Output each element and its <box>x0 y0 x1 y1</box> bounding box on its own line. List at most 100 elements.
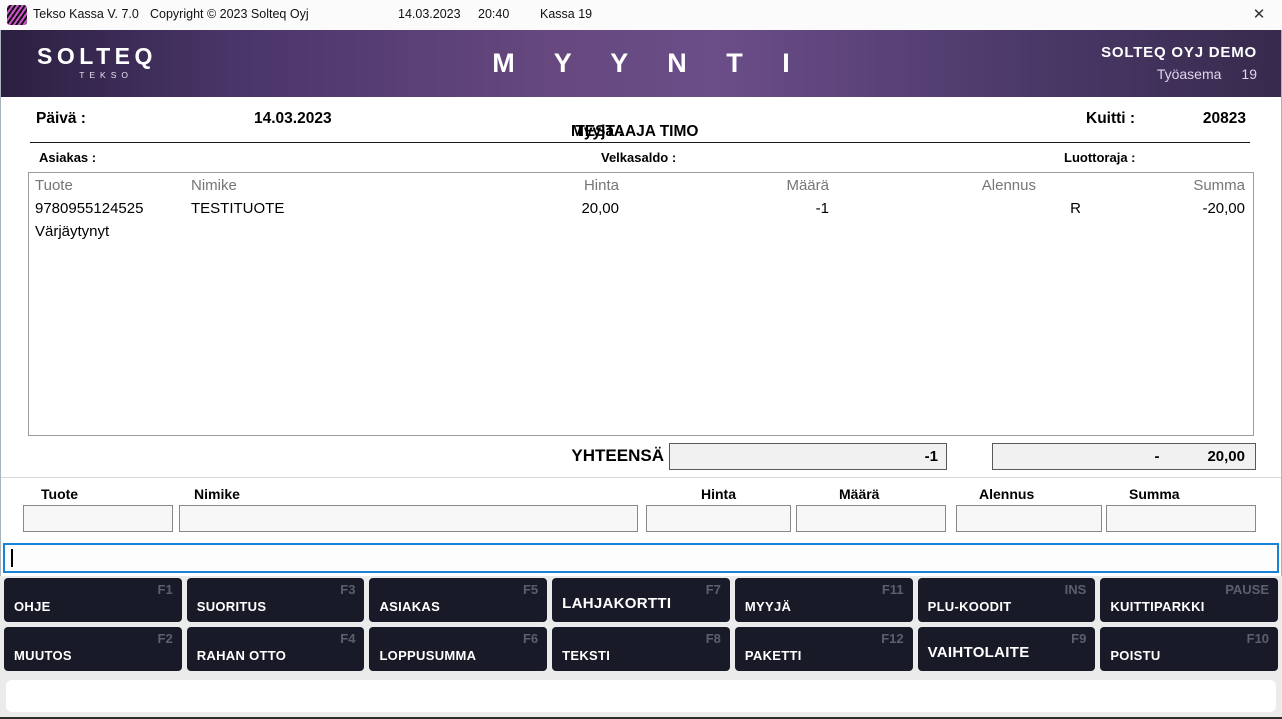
totals-section: YHTEENSÄ -1 - 20,00 <box>1 438 1281 478</box>
function-key-area: OHJE F1 SUORITUS F3 ASIAKAS F5 LAHJAKORT… <box>0 576 1282 719</box>
receipt-label: Kuitti : <box>1086 110 1135 128</box>
button-fkey: F10 <box>1247 631 1269 646</box>
receipt-info-row: Päivä : 14.03.2023 Myyjä : TESTAAJA TIMO… <box>1 97 1281 142</box>
col-header-tuote: Tuote <box>35 177 73 194</box>
product-code-input[interactable] <box>23 505 173 532</box>
cell-quantity: -1 <box>816 200 829 217</box>
paketti-button[interactable]: PAKETTI F12 <box>735 627 913 671</box>
col-header-nimike: Nimike <box>191 177 237 194</box>
cell-discount: R <box>1070 200 1081 217</box>
cell-product-name: TESTITUOTE <box>191 200 284 217</box>
text-caret <box>11 549 13 567</box>
titlebar-time: 20:40 <box>478 7 509 21</box>
status-bar <box>6 680 1276 712</box>
entry-label-alennus: Alennus <box>979 486 1034 502</box>
total-amount-box: - 20,00 <box>992 443 1256 470</box>
cell-product-code: 9780955124525 <box>35 200 143 217</box>
page-title: M Y Y N T I <box>1 48 1281 79</box>
loppusumma-button[interactable]: LOPPUSUMMA F6 <box>369 627 547 671</box>
titlebar-register: Kassa 19 <box>540 7 592 21</box>
window-title: Tekso Kassa V. 7.0 <box>33 7 139 21</box>
button-fkey: F7 <box>706 582 721 597</box>
date-value: 14.03.2023 <box>254 110 332 128</box>
product-name-input[interactable] <box>179 505 638 532</box>
price-input[interactable] <box>646 505 791 532</box>
button-label: POISTU <box>1110 648 1160 663</box>
button-fkey: F4 <box>340 631 355 646</box>
poistu-button[interactable]: POISTU F10 <box>1100 627 1278 671</box>
button-label: OHJE <box>14 599 51 614</box>
cell-product-detail: Värjäytynyt <box>35 223 109 240</box>
button-fkey: F6 <box>523 631 538 646</box>
credit-limit-label: Luottoraja : <box>1064 150 1136 165</box>
line-entry-section: Tuote Nimike Hinta Määrä Alennus Summa <box>1 479 1281 539</box>
button-row-2: MUUTOS F2 RAHAN OTTO F4 LOPPUSUMMA F6 TE… <box>4 627 1278 671</box>
close-icon[interactable]: ✕ <box>1246 4 1272 26</box>
button-fkey: F3 <box>340 582 355 597</box>
col-header-summa: Summa <box>1193 177 1245 194</box>
debt-balance-label: Velkasaldo : <box>601 150 676 165</box>
cell-price: 20,00 <box>581 200 619 217</box>
asiakas-button[interactable]: ASIAKAS F5 <box>369 578 547 622</box>
col-header-alennus: Alennus <box>982 177 1036 194</box>
button-label: PAKETTI <box>745 648 802 663</box>
button-fkey: F9 <box>1071 631 1086 646</box>
app-window: Tekso Kassa V. 7.0 Copyright © 2023 Solt… <box>0 0 1282 719</box>
company-name: SOLTEQ OYJ DEMO <box>1101 44 1257 61</box>
ohje-button[interactable]: OHJE F1 <box>4 578 182 622</box>
col-header-maara: Määrä <box>786 177 829 194</box>
total-amount-value: 20,00 <box>1207 444 1245 469</box>
entry-label-maara: Määrä <box>839 486 879 502</box>
entry-label-nimike: Nimike <box>194 486 240 502</box>
header-right: SOLTEQ OYJ DEMO Työasema 19 <box>1101 44 1257 82</box>
customer-label: Asiakas : <box>39 150 96 165</box>
command-input[interactable] <box>3 543 1279 573</box>
button-label: PLU-KOODIT <box>928 599 1012 614</box>
receipt-lines-table: Tuote Nimike Hinta Määrä Alennus Summa 9… <box>28 172 1254 436</box>
copyright-text: Copyright © 2023 Solteq Oyj <box>150 7 309 21</box>
quantity-input[interactable] <box>796 505 946 532</box>
button-fkey: F11 <box>882 582 904 597</box>
button-fkey: F1 <box>158 582 173 597</box>
entry-label-tuote: Tuote <box>41 486 78 502</box>
col-header-hinta: Hinta <box>584 177 619 194</box>
total-amount-sign: - <box>1154 444 1159 469</box>
button-fkey: F8 <box>706 631 721 646</box>
button-label: KUITTIPARKKI <box>1110 599 1204 614</box>
entry-label-hinta: Hinta <box>701 486 736 502</box>
seller-value: TESTAAJA TIMO <box>575 123 698 141</box>
vaihtolaite-button[interactable]: VAIHTOLAITE F9 <box>918 627 1096 671</box>
plu-koodit-button[interactable]: PLU-KOODIT INS <box>918 578 1096 622</box>
button-fkey: INS <box>1065 582 1087 597</box>
title-bar: Tekso Kassa V. 7.0 Copyright © 2023 Solt… <box>0 0 1282 30</box>
rahan-otto-button[interactable]: RAHAN OTTO F4 <box>187 627 365 671</box>
button-label: VAIHTOLAITE <box>928 644 1030 661</box>
button-label: LOPPUSUMMA <box>379 648 476 663</box>
entry-label-summa: Summa <box>1129 486 1180 502</box>
workstation-label: Työasema <box>1157 66 1222 82</box>
button-label: TEKSTI <box>562 648 610 663</box>
total-label: YHTEENSÄ <box>551 446 664 466</box>
date-label: Päivä : <box>36 110 86 128</box>
myyja-button[interactable]: MYYJÄ F11 <box>735 578 913 622</box>
sum-input[interactable] <box>1106 505 1256 532</box>
cell-sum: -20,00 <box>1202 200 1245 217</box>
button-row-1: OHJE F1 SUORITUS F3 ASIAKAS F5 LAHJAKORT… <box>4 578 1278 622</box>
seller-group: Myyjä : TESTAAJA TIMO <box>571 110 575 128</box>
discount-input[interactable] <box>956 505 1102 532</box>
button-label: ASIAKAS <box>379 599 440 614</box>
kuittiparkki-button[interactable]: KUITTIPARKKI PAUSE <box>1100 578 1278 622</box>
muutos-button[interactable]: MUUTOS F2 <box>4 627 182 671</box>
teksti-button[interactable]: TEKSTI F8 <box>552 627 730 671</box>
button-label: LAHJAKORTTI <box>562 595 671 612</box>
lahjakortti-button[interactable]: LAHJAKORTTI F7 <box>552 578 730 622</box>
button-label: MUUTOS <box>14 648 72 663</box>
button-label: SUORITUS <box>197 599 267 614</box>
button-fkey: F2 <box>158 631 173 646</box>
workstation-value: 19 <box>1241 66 1257 82</box>
suoritus-button[interactable]: SUORITUS F3 <box>187 578 365 622</box>
app-icon <box>7 5 27 25</box>
button-fkey: F5 <box>523 582 538 597</box>
divider-line <box>30 142 1250 143</box>
button-label: MYYJÄ <box>745 599 791 614</box>
